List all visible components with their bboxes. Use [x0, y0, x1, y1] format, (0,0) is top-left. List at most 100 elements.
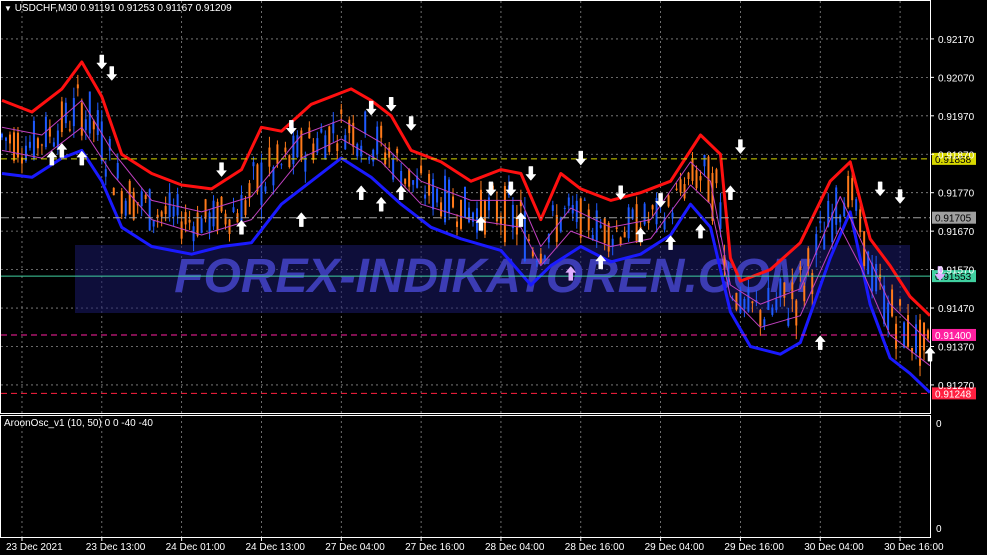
candle-body: [180, 221, 183, 239]
candle-body: [196, 212, 199, 236]
candle-body: [100, 121, 103, 162]
x-tick-label: 24 Dec 13:00: [245, 542, 305, 553]
candle-body: [420, 165, 423, 174]
candle-body: [364, 111, 367, 134]
candle-body: [767, 287, 770, 310]
candle-body: [759, 310, 762, 326]
candle-body: [899, 299, 902, 306]
indicator-scale-top: 0: [936, 419, 942, 430]
candle-body: [771, 307, 774, 315]
candle-body: [635, 204, 638, 243]
candle-body: [116, 162, 119, 179]
candle-body: [452, 196, 455, 208]
arrow-down-icon: [405, 116, 417, 131]
price-chart[interactable]: FOREX-INDIKATOREN.COM 0.918580.917050.91…: [0, 0, 987, 555]
candle-body: [699, 176, 702, 181]
candle-body: [555, 214, 558, 242]
candle-body: [112, 188, 115, 196]
candle-body: [192, 226, 195, 242]
arrow-shape: [734, 139, 746, 154]
candle-body: [380, 125, 383, 138]
candle-body: [675, 188, 678, 190]
candle-body: [164, 206, 167, 215]
y-tick-label: 0.91970: [938, 112, 975, 123]
candle-body: [747, 288, 750, 312]
candle-body: [495, 200, 498, 222]
candle-body: [248, 183, 251, 199]
candle-body: [232, 207, 235, 213]
symbol-arrow-icon: ▼: [4, 4, 12, 13]
candle-body: [256, 164, 259, 192]
arrow-shape: [295, 212, 307, 227]
candle-body: [907, 315, 910, 347]
candle-body: [887, 302, 890, 331]
candle-body: [819, 220, 822, 224]
candle-body: [96, 110, 99, 135]
candle-body: [172, 206, 175, 217]
y-tick-label: 0.92170: [938, 35, 975, 46]
candle-body: [515, 216, 518, 235]
candle-body: [607, 222, 610, 252]
arrow-shape: [405, 116, 417, 131]
candle-body: [583, 199, 586, 201]
candle-body: [847, 175, 850, 207]
candle-body: [456, 221, 459, 227]
x-tick-label: 28 Dec 16:00: [565, 542, 625, 553]
y-tick-label: 0.91370: [938, 342, 975, 353]
time-axis: 23 Dec 2021 23 Dec 13:00 24 Dec 01:00 24 De…: [6, 537, 944, 553]
candle-body: [12, 132, 15, 161]
candle-body: [280, 164, 283, 166]
candle-body: [715, 169, 718, 184]
candle-body: [623, 231, 626, 238]
candle-body: [308, 127, 311, 139]
candle-body: [464, 186, 467, 218]
arrow-shape: [814, 335, 826, 350]
arrow-shape: [485, 181, 497, 197]
candle-body: [36, 138, 39, 149]
candle-body: [268, 147, 271, 167]
candle-body: [32, 120, 35, 159]
candle-body: [76, 84, 79, 89]
y-tick-label: 0.92070: [938, 73, 975, 84]
candle-body: [204, 199, 207, 219]
candles: [1, 74, 930, 377]
y-tick-label: 0.91270: [938, 381, 975, 392]
candle-body: [276, 144, 279, 164]
candle-body: [188, 219, 191, 223]
arrow-down-icon: [485, 181, 497, 197]
candle-body: [487, 197, 490, 211]
arrow-down-icon: [505, 181, 517, 197]
x-tick-label: 30 Dec 16:00: [884, 542, 944, 553]
candle-body: [408, 168, 411, 187]
candle-body: [603, 218, 606, 243]
envelope-bands: [1, 60, 932, 394]
candle-body: [404, 178, 407, 184]
arrow-shape: [375, 196, 387, 212]
candle-body: [543, 255, 546, 260]
arrow-down-icon: [106, 66, 118, 81]
candle-body: [763, 319, 766, 327]
candle-body: [140, 191, 143, 207]
arrow-up-icon: [375, 196, 387, 212]
arrow-down-icon: [734, 139, 746, 154]
candle-body: [252, 162, 255, 167]
arrow-up-icon: [814, 335, 826, 350]
candle-body: [891, 289, 894, 317]
candle-body: [292, 135, 295, 165]
x-tick-label: 27 Dec 04:00: [325, 542, 385, 553]
candle-body: [244, 200, 247, 216]
arrow-up-icon: [295, 212, 307, 227]
candle-body: [40, 144, 43, 146]
candle-body: [627, 207, 630, 239]
candle-body: [344, 135, 347, 150]
candle-body: [448, 179, 451, 213]
x-tick-label: 27 Dec 16:00: [405, 542, 465, 553]
arrow-shape: [505, 181, 517, 197]
x-tick-label: 30 Dec 04:00: [804, 542, 864, 553]
candle-body: [144, 195, 147, 200]
candle-body: [791, 282, 794, 300]
candle-body: [567, 197, 570, 206]
x-tick-label: 29 Dec 16:00: [724, 542, 784, 553]
candle-body: [124, 200, 127, 216]
candle-body: [743, 298, 746, 309]
